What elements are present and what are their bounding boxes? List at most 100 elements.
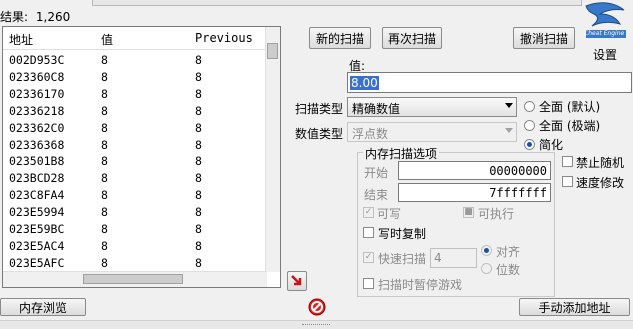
start-label: 开始: [364, 166, 389, 180]
value-type-select[interactable]: 浮点数: [347, 122, 517, 142]
radio-simplify[interactable]: [524, 139, 535, 150]
radio-all-default-label[interactable]: 全面 (默认): [539, 98, 600, 115]
pause-game-checkbox[interactable]: [363, 278, 374, 289]
list-horizontal-scrollbar[interactable]: [3, 271, 267, 287]
fast-scan-label[interactable]: 快速扫描: [378, 250, 426, 267]
cell-value: 8: [101, 154, 108, 169]
cell-value: 8: [101, 188, 108, 203]
scan-type-select[interactable]: 精确数值: [347, 97, 517, 117]
radio-last-digits[interactable]: [481, 263, 492, 274]
cell-value: 8: [101, 103, 108, 118]
logo-text: Cheat Engine: [584, 30, 625, 37]
cell-previous: 8: [195, 255, 202, 270]
cell-value: 8: [101, 222, 108, 236]
cheat-engine-logo[interactable]: Cheat Engine: [580, 0, 630, 44]
memory-options-title: 内存扫描选项: [363, 145, 440, 162]
speedhack-label[interactable]: 速度修改: [576, 174, 624, 191]
table-row[interactable]: 023360C8 8 8: [3, 69, 267, 86]
new-scan-button[interactable]: 新的扫描: [309, 27, 371, 49]
radio-align[interactable]: [481, 245, 492, 256]
table-row[interactable]: 023BCD28 8 8: [3, 170, 267, 187]
undo-scan-button[interactable]: 撤消扫描: [513, 27, 575, 49]
cell-previous: 8: [195, 171, 202, 186]
header-address[interactable]: 地址: [9, 31, 33, 48]
start-address-value: 00000000: [489, 164, 547, 178]
add-address-manually-button[interactable]: 手动添加地址: [519, 298, 630, 316]
cell-address: 023E5AFC: [9, 255, 65, 270]
radio-simplify-label[interactable]: 简化: [539, 136, 563, 153]
table-row[interactable]: 023E59BC 8 8: [3, 221, 267, 238]
results-label: 结果:: [0, 10, 29, 24]
cell-address: 023501B8: [9, 154, 65, 169]
speedhack-checkbox[interactable]: [562, 176, 573, 187]
table-row[interactable]: 02336368 8 8: [3, 137, 267, 154]
cell-address: 023360C8: [9, 69, 65, 84]
splitter-handle[interactable]: [0, 320, 633, 329]
cell-address: 023E5AC4: [9, 238, 65, 253]
cell-address: 023E59BC: [9, 222, 65, 236]
stop-icon[interactable]: [307, 297, 327, 317]
chevron-down-icon: [505, 128, 513, 133]
end-address-input[interactable]: 7fffffff: [398, 183, 551, 202]
cell-previous: 8: [195, 188, 202, 203]
table-row[interactable]: 023E5AFC 8 8: [3, 255, 267, 272]
radio-align-label[interactable]: 对齐: [496, 243, 520, 260]
fast-scan-checkbox[interactable]: ✓: [363, 252, 374, 263]
scan-type-label: 扫描类型: [295, 102, 344, 116]
cell-address: 002D953C: [9, 53, 65, 67]
cell-value: 8: [101, 53, 108, 67]
list-vertical-scrollbar[interactable]: [265, 27, 280, 272]
address-list[interactable]: 地址 值 Previous 002D953C 8 8 023360C8 8 8 023361…: [2, 26, 281, 288]
table-row[interactable]: 023501B8 8 8: [3, 153, 267, 170]
arrow-down-right-icon: [291, 275, 302, 286]
copy-on-write-checkbox[interactable]: [363, 227, 374, 238]
table-row[interactable]: 023C8FA4 8 8: [3, 187, 267, 204]
top-progress-bar: [92, 0, 582, 6]
table-row[interactable]: 023362C0 8 8: [3, 120, 267, 137]
radio-all-default[interactable]: [524, 101, 535, 112]
end-address-value: 7fffffff: [489, 186, 547, 200]
table-row[interactable]: 023E5994 8 8: [3, 204, 267, 221]
disable-random-checkbox[interactable]: [562, 156, 573, 167]
radio-last-digits-label[interactable]: 位数: [496, 261, 520, 278]
start-address-input[interactable]: 00000000: [398, 161, 551, 180]
end-label: 结束: [364, 188, 389, 202]
hscroll-thumb[interactable]: [83, 274, 183, 284]
executable-checkbox[interactable]: ■: [463, 207, 474, 218]
scroll-thumb[interactable]: [267, 43, 278, 59]
fast-scan-value-input[interactable]: 4: [430, 248, 477, 268]
results-count: 1,260: [35, 10, 71, 24]
cell-previous: 8: [195, 222, 202, 236]
fast-scan-value: 4: [434, 251, 442, 265]
list-header: 地址 值 Previous: [3, 27, 267, 50]
cell-address: 023E5994: [9, 205, 65, 220]
pause-game-label[interactable]: 扫描时暂停游戏: [378, 276, 462, 293]
table-row[interactable]: 002D953C 8 8: [3, 52, 267, 69]
disable-random-label[interactable]: 禁止随机: [576, 154, 624, 171]
writable-checkbox[interactable]: ✓: [363, 207, 374, 218]
header-value[interactable]: 值: [101, 31, 113, 48]
cell-previous: 8: [195, 154, 202, 169]
add-to-list-arrow-button[interactable]: [287, 271, 307, 291]
table-row[interactable]: 02336170 8 8: [3, 86, 267, 103]
next-scan-button[interactable]: 再次扫描: [382, 27, 442, 49]
settings-label[interactable]: 设置: [593, 46, 617, 63]
logo-icon: [585, 2, 626, 38]
executable-label[interactable]: 可执行: [478, 205, 514, 222]
table-row[interactable]: 02336218 8 8: [3, 103, 267, 120]
cell-value: 8: [101, 86, 108, 101]
value-text: 8.00: [350, 76, 379, 90]
value-input[interactable]: 8.00: [347, 72, 632, 93]
radio-all-extreme-label[interactable]: 全面 (极端): [539, 117, 600, 134]
cell-value: 8: [101, 120, 108, 135]
cell-value: 8: [101, 238, 108, 253]
writable-label[interactable]: 可写: [377, 205, 401, 222]
cell-previous: 8: [195, 53, 202, 67]
memory-view-button[interactable]: 内存浏览: [0, 298, 86, 316]
cell-value: 8: [101, 255, 108, 270]
table-row[interactable]: 023E5AC4 8 8: [3, 238, 267, 255]
cell-address: 02336170: [9, 86, 65, 101]
radio-all-extreme[interactable]: [524, 120, 535, 131]
copy-on-write-label[interactable]: 写时复制: [378, 225, 426, 242]
header-previous[interactable]: Previous: [195, 31, 253, 45]
